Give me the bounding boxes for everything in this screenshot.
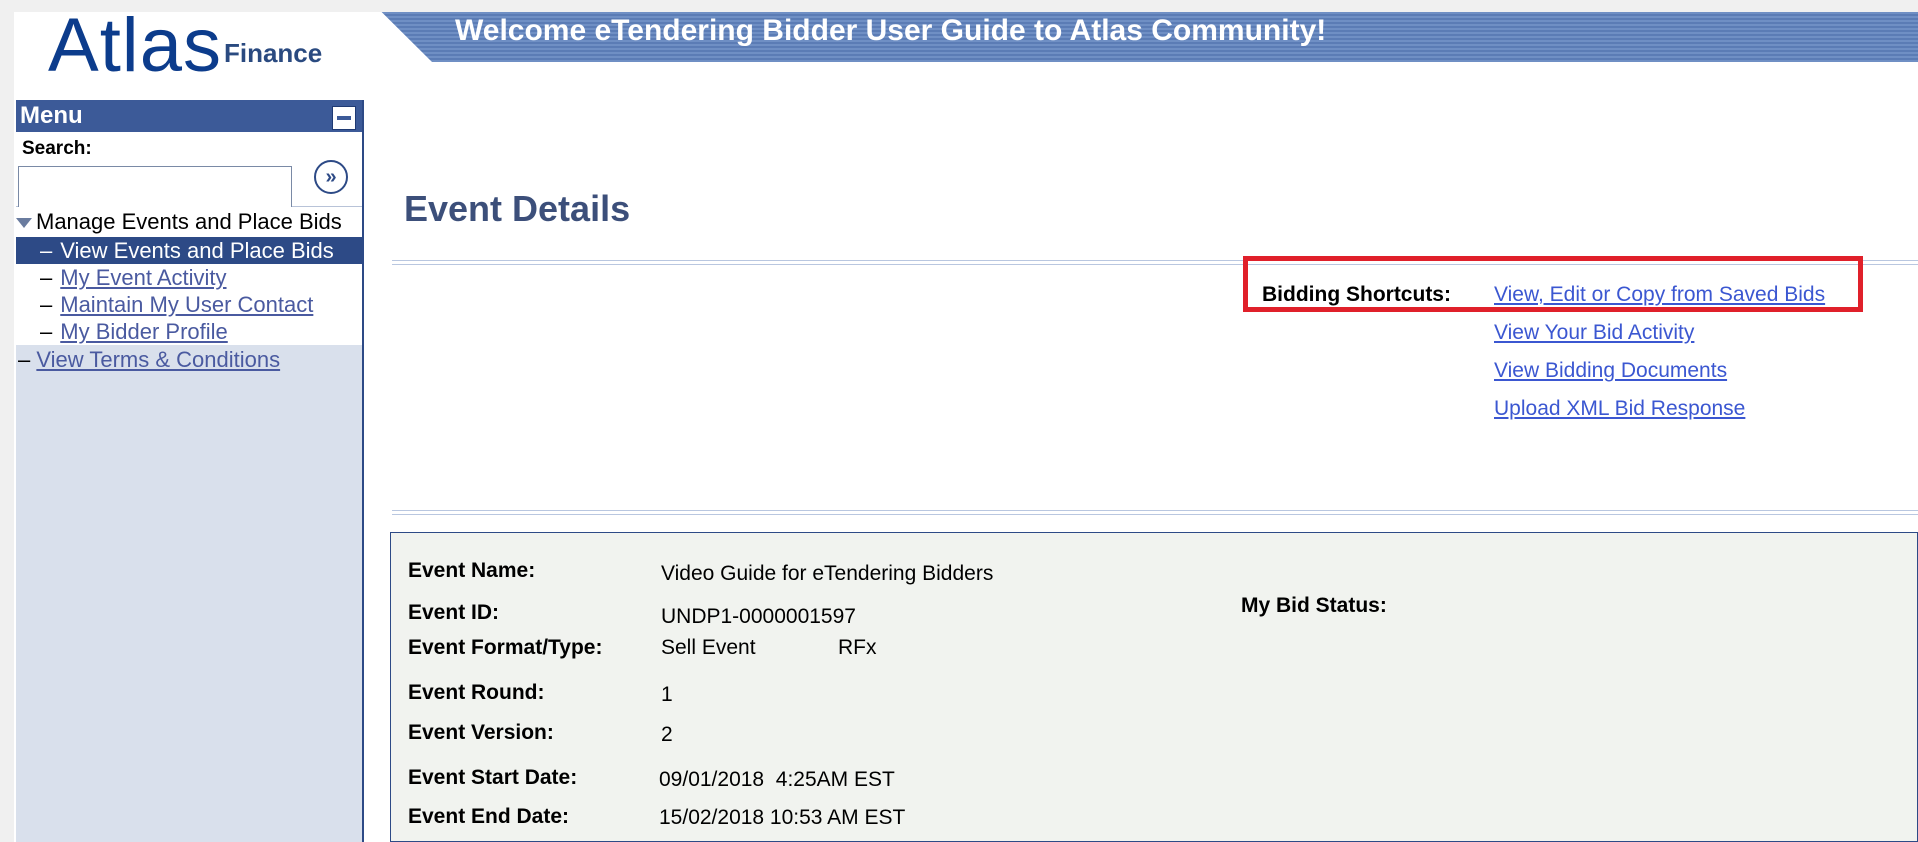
event-end-value: 15/02/2018 10:53 AM EST <box>659 806 906 829</box>
link-view-bid-activity[interactable]: View Your Bid Activity <box>1494 321 1694 345</box>
page-title: Event Details <box>404 188 631 229</box>
event-details-panel: Event Name: Video Guide for eTendering B… <box>390 532 1918 842</box>
event-id-label: Event ID: <box>408 601 500 624</box>
search-label: Search: <box>22 138 92 159</box>
logo-main-text: Atlas <box>48 3 222 88</box>
banner-title: Welcome eTendering Bidder User Guide to … <box>455 14 1327 47</box>
bidding-shortcuts-label: Bidding Shortcuts: <box>1262 283 1451 306</box>
event-end-label: Event End Date: <box>408 805 570 828</box>
nav-group-label: Manage Events and Place Bids <box>36 209 342 234</box>
nav-item-my-event-activity[interactable]: – My Event Activity <box>16 264 362 291</box>
logo-sub-text: Finance <box>223 38 323 68</box>
event-start-value: 09/01/2018 4:25AM EST <box>659 768 895 791</box>
event-start-label: Event Start Date: <box>408 766 578 789</box>
event-version-value: 2 <box>661 723 673 746</box>
nav-item-label: View Events and Place Bids <box>60 238 334 263</box>
event-name-value: Video Guide for eTendering Bidders <box>661 562 994 585</box>
search-input[interactable] <box>18 166 292 208</box>
nav-item-link[interactable]: My Bidder Profile <box>60 319 228 344</box>
event-round-value: 1 <box>661 683 673 706</box>
event-version-label: Event Version: <box>408 721 554 744</box>
search-panel: Search: » <box>16 132 362 208</box>
event-name-label: Event Name: <box>408 559 536 582</box>
left-strip <box>0 0 14 842</box>
menu-header: Menu <box>16 100 362 132</box>
nav-item-link[interactable]: My Event Activity <box>60 265 226 290</box>
menu-title: Menu <box>20 102 83 129</box>
type-value: RFx <box>838 636 877 659</box>
nav-item-maintain-contact[interactable]: – Maintain My User Contact <box>16 291 362 318</box>
search-go-icon[interactable]: » <box>314 160 348 194</box>
divider-bottom <box>392 510 1918 515</box>
link-view-edit-copy-saved-bids[interactable]: View, Edit or Copy from Saved Bids <box>1494 283 1825 307</box>
terms-link[interactable]: View Terms & Conditions <box>36 347 280 372</box>
bid-status-label: My Bid Status: <box>1241 594 1387 617</box>
nav-item-view-events[interactable]: – View Events and Place Bids <box>16 237 362 264</box>
nav-item-bidder-profile[interactable]: – My Bidder Profile <box>16 318 362 345</box>
expand-triangle-icon <box>16 218 32 229</box>
link-upload-xml-bid-response[interactable]: Upload XML Bid Response <box>1494 397 1745 421</box>
nav-item-terms[interactable]: – View Terms & Conditions <box>16 345 362 375</box>
atlas-logo: Atlas Finance <box>48 2 322 84</box>
sidebar-menu: Menu Search: » Manage Events and Place B… <box>16 100 364 842</box>
event-id-value: UNDP1-0000001597 <box>661 605 856 628</box>
nav-group-manage-events[interactable]: Manage Events and Place Bids <box>16 207 362 237</box>
event-round-label: Event Round: <box>408 681 545 704</box>
format-value: Sell Event <box>661 636 756 659</box>
nav-tree: Manage Events and Place Bids – View Event… <box>16 207 362 375</box>
link-view-bidding-documents[interactable]: View Bidding Documents <box>1494 359 1727 383</box>
format-type-label: Event Format/Type: <box>408 636 603 659</box>
nav-item-link[interactable]: Maintain My User Contact <box>60 292 313 317</box>
collapse-menu-icon[interactable] <box>332 106 356 130</box>
